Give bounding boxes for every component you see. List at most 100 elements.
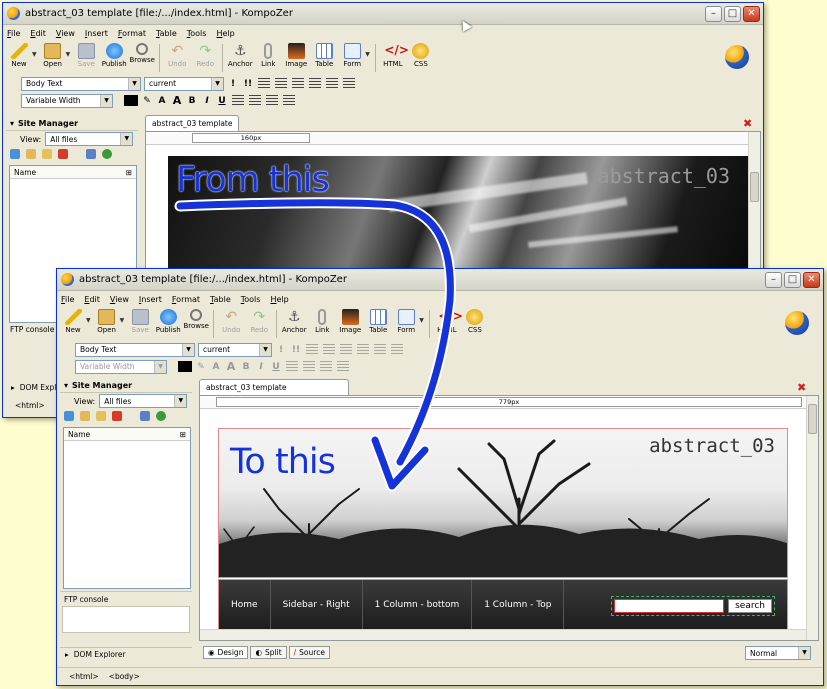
text-color-icon[interactable] <box>124 95 138 106</box>
tab-abstract-03-template[interactable]: abstract_03 template <box>145 115 240 131</box>
browse-button[interactable]: Browse <box>129 41 155 64</box>
numbered-list-icon[interactable] <box>275 78 287 89</box>
width-select[interactable]: Variable Width ▼ <box>75 359 167 374</box>
justify-left-icon[interactable] <box>232 95 244 106</box>
double-important-button[interactable]: !! <box>242 79 254 89</box>
close-button[interactable]: ✕ <box>803 271 820 288</box>
menu-file[interactable]: File <box>7 29 20 38</box>
align-left-icon[interactable] <box>326 78 338 89</box>
new-folder-icon[interactable] <box>26 149 36 159</box>
justify-full-icon[interactable] <box>283 95 295 106</box>
menu-view[interactable]: View <box>56 29 75 38</box>
html-button[interactable]: </> HTML <box>434 307 463 334</box>
important-button[interactable]: ! <box>275 345 287 355</box>
delete-icon[interactable] <box>112 411 122 421</box>
chevron-down-icon[interactable]: ▼ <box>66 51 71 58</box>
align-left-icon[interactable] <box>374 344 386 355</box>
bold-button[interactable]: B <box>240 362 252 372</box>
save-button[interactable]: Save <box>73 41 99 68</box>
close-tab-icon[interactable]: ✖ <box>743 118 753 129</box>
chevron-down-icon[interactable]: ▾ <box>64 381 68 390</box>
minimize-button[interactable]: – <box>765 271 782 288</box>
publish-button[interactable]: Publish <box>101 41 127 68</box>
chevron-down-icon[interactable]: ▼ <box>419 317 424 324</box>
text-color-icon[interactable] <box>178 361 192 372</box>
numbered-list-icon[interactable] <box>323 344 335 355</box>
align-right-icon[interactable] <box>343 78 355 89</box>
edit-mode-select[interactable]: Normal ▼ <box>745 646 811 660</box>
anchor-button[interactable]: ⚓ Anchor <box>281 307 307 334</box>
underline-button[interactable]: U <box>216 96 228 106</box>
bullet-list-icon[interactable] <box>306 344 318 355</box>
menu-tools[interactable]: Tools <box>241 295 261 304</box>
font-larger-icon[interactable]: A <box>225 360 237 373</box>
new-folder-icon[interactable] <box>80 411 90 421</box>
justify-right-icon[interactable] <box>320 361 332 372</box>
close-tab-icon[interactable]: ✖ <box>797 382 807 393</box>
justify-left-icon[interactable] <box>286 361 298 372</box>
table-button[interactable]: Table <box>365 307 391 334</box>
column-picker-icon[interactable]: ⊞ <box>180 430 186 439</box>
maximize-button[interactable]: □ <box>724 5 741 22</box>
paragraph-style-select[interactable]: Body Text ▼ <box>21 76 141 91</box>
chevron-down-icon[interactable]: ▼ <box>32 51 37 58</box>
nav-one-column-bottom[interactable]: 1 Column - bottom <box>363 580 473 630</box>
view-filter-select[interactable]: All files ▼ <box>45 132 134 146</box>
outdent-icon[interactable] <box>292 78 304 89</box>
highlight-icon[interactable]: ✎ <box>141 96 153 106</box>
new-button[interactable]: New <box>60 307 86 334</box>
dom-explorer-toggle[interactable]: ▸ DOM Explorer <box>60 647 192 659</box>
justify-full-icon[interactable] <box>337 361 349 372</box>
browse-button[interactable]: Browse <box>183 307 209 330</box>
nav-sidebar-right[interactable]: Sidebar - Right <box>271 580 363 630</box>
class-select[interactable]: current ▼ <box>198 342 272 357</box>
publish-button[interactable]: Publish <box>155 307 181 334</box>
sites-icon[interactable] <box>86 149 96 159</box>
globe-icon[interactable] <box>156 411 166 421</box>
menu-table[interactable]: Table <box>210 295 231 304</box>
file-tree[interactable]: Name ⊞ <box>63 427 191 589</box>
open-button[interactable]: Open <box>40 41 66 68</box>
chevron-down-icon[interactable]: ▼ <box>120 317 125 324</box>
italic-button[interactable]: I <box>201 96 213 106</box>
menu-insert[interactable]: Insert <box>85 29 108 38</box>
redo-button[interactable]: ↷ Redo <box>192 41 218 68</box>
ftp-console-output[interactable] <box>62 606 190 633</box>
nav-one-column-top[interactable]: 1 Column - Top <box>472 580 565 630</box>
menu-help[interactable]: Help <box>270 295 288 304</box>
refresh-icon[interactable] <box>64 411 74 421</box>
indent-icon[interactable] <box>357 344 369 355</box>
html-button[interactable]: </> HTML <box>380 41 409 68</box>
column-picker-icon[interactable]: ⊞ <box>126 168 132 177</box>
tag-html[interactable]: <html> <box>69 672 99 681</box>
tab-design[interactable]: ◉ Design <box>203 645 249 659</box>
undo-button[interactable]: ↶ Undo <box>218 307 244 334</box>
italic-button[interactable]: I <box>255 362 267 372</box>
menu-format[interactable]: Format <box>172 295 200 304</box>
menu-file[interactable]: File <box>61 295 74 304</box>
minimize-button[interactable]: – <box>705 5 722 22</box>
menu-edit[interactable]: Edit <box>84 295 100 304</box>
form-button[interactable]: Form <box>339 41 365 68</box>
font-larger-icon[interactable]: A <box>171 94 183 107</box>
view-filter-select[interactable]: All files ▼ <box>99 394 188 408</box>
important-button[interactable]: ! <box>227 79 239 89</box>
undo-button[interactable]: ↶ Undo <box>164 41 190 68</box>
horizontal-scrollbar[interactable] <box>200 629 806 640</box>
font-smaller-icon[interactable]: A <box>210 362 222 372</box>
tab-source[interactable]: / Source <box>288 645 330 659</box>
chevron-down-icon[interactable]: ▾ <box>10 119 14 128</box>
menu-format[interactable]: Format <box>118 29 146 38</box>
sites-icon[interactable] <box>140 411 150 421</box>
highlight-icon[interactable]: ✎ <box>195 362 207 372</box>
indent-icon[interactable] <box>309 78 321 89</box>
link-button[interactable]: Link <box>255 41 281 68</box>
maximize-button[interactable]: □ <box>784 271 801 288</box>
search-button[interactable]: search <box>728 599 772 613</box>
outdent-icon[interactable] <box>340 344 352 355</box>
paragraph-style-select[interactable]: Body Text ▼ <box>75 342 195 357</box>
tab-split[interactable]: ◐ Split <box>250 645 287 659</box>
menu-help[interactable]: Help <box>216 29 234 38</box>
refresh-icon[interactable] <box>10 149 20 159</box>
image-button[interactable]: Image <box>337 307 363 334</box>
